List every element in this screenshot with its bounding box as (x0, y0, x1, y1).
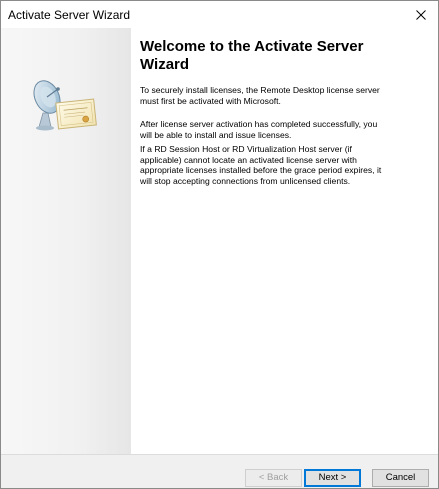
title-bar[interactable]: Activate Server Wizard (1, 1, 438, 28)
activation-paragraph: After license server activation has comp… (140, 119, 378, 140)
wizard-content: Welcome to the Activate Server Wizard To… (131, 28, 438, 454)
intro-paragraph: To securely install licenses, the Remote… (140, 85, 380, 106)
satellite-certificate-icon (33, 80, 97, 131)
cancel-button[interactable]: Cancel (372, 469, 429, 487)
back-button[interactable]: < Back (245, 469, 302, 487)
wizard-footer: < Back Next > Cancel (1, 454, 438, 488)
page-title: Welcome to the Activate Server Wizard (140, 38, 364, 73)
close-icon (416, 10, 426, 20)
window-title: Activate Server Wizard (8, 8, 131, 22)
next-button[interactable]: Next > (304, 469, 361, 487)
wizard-side-panel (1, 28, 131, 454)
wizard-window: Activate Server Wizard Welcome to the Ac… (0, 0, 439, 489)
grace-period-paragraph: If a RD Session Host or RD Virtualizatio… (140, 144, 382, 186)
close-button[interactable] (404, 1, 438, 28)
